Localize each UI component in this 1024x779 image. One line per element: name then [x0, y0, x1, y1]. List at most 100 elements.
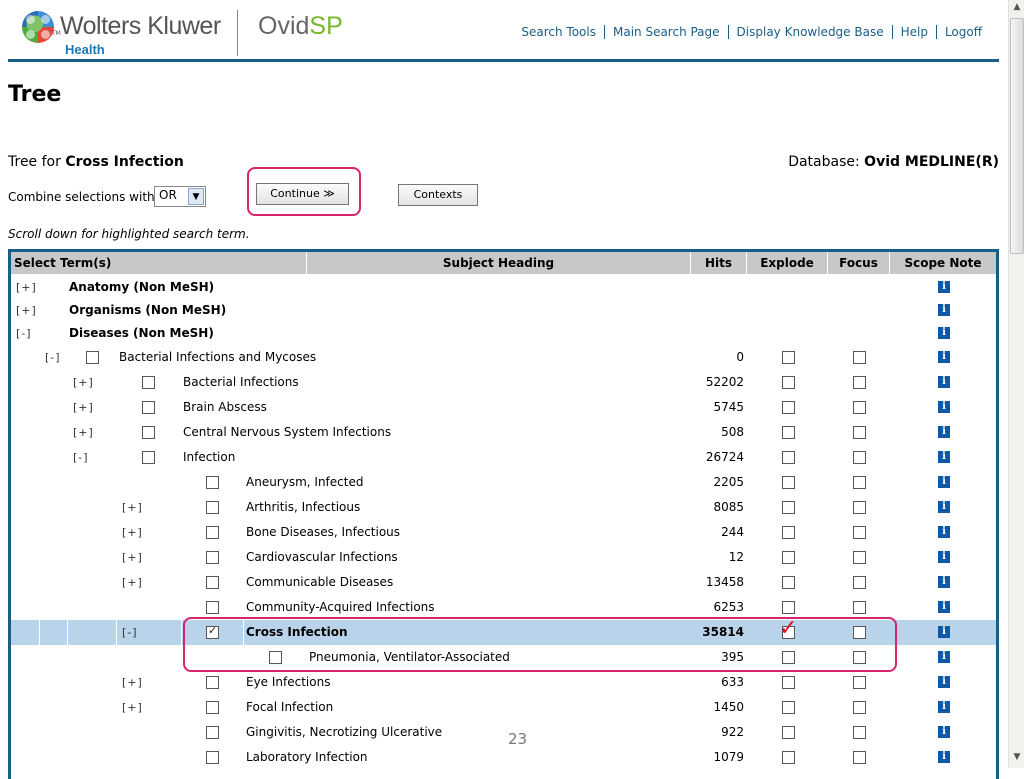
nav-logoff[interactable]: Logoff: [935, 25, 990, 39]
scope-note-info-icon[interactable]: i: [938, 501, 950, 513]
nav-display-knowledge-base[interactable]: Display Knowledge Base: [727, 25, 892, 39]
expand-toggle[interactable]: [+]: [122, 495, 143, 520]
select-term-checkbox[interactable]: [206, 751, 219, 764]
explode-checkbox[interactable]: [782, 551, 795, 564]
select-term-checkbox[interactable]: [142, 401, 155, 414]
focus-checkbox[interactable]: [853, 751, 866, 764]
focus-checkbox[interactable]: [853, 351, 866, 364]
select-term-checkbox[interactable]: [142, 426, 155, 439]
expand-toggle[interactable]: [+]: [122, 670, 143, 695]
collapse-toggle[interactable]: [-]: [122, 620, 138, 645]
select-term-checkbox[interactable]: [206, 526, 219, 539]
scope-note-info-icon[interactable]: i: [938, 651, 950, 663]
select-term-checkbox[interactable]: [142, 376, 155, 389]
explode-checkbox[interactable]: [782, 501, 795, 514]
scope-note-info-icon[interactable]: i: [938, 676, 950, 688]
scope-note-info-icon[interactable]: i: [938, 626, 950, 638]
explode-checkbox[interactable]: [782, 476, 795, 489]
focus-checkbox[interactable]: [853, 401, 866, 414]
select-term-checkbox[interactable]: [206, 601, 219, 614]
collapse-toggle[interactable]: [-]: [73, 445, 89, 470]
expand-toggle[interactable]: [+]: [122, 570, 143, 595]
scope-note-info-icon[interactable]: i: [938, 551, 950, 563]
subject-heading[interactable]: Gingivitis, Necrotizing Ulcerative: [246, 720, 442, 745]
scope-note-info-icon[interactable]: i: [938, 376, 950, 388]
explode-checkbox[interactable]: [782, 351, 795, 364]
subject-heading[interactable]: Focal Infection: [246, 695, 333, 720]
subject-heading[interactable]: Central Nervous System Infections: [183, 420, 391, 445]
chevron-down-icon[interactable]: ▼: [188, 188, 204, 205]
scope-note-info-icon[interactable]: i: [938, 601, 950, 613]
focus-checkbox[interactable]: [853, 476, 866, 489]
scope-note-info-icon[interactable]: i: [938, 281, 950, 293]
nav-help[interactable]: Help: [891, 25, 936, 39]
scope-note-info-icon[interactable]: i: [938, 401, 950, 413]
focus-checkbox[interactable]: [853, 551, 866, 564]
subject-heading[interactable]: Arthritis, Infectious: [246, 495, 360, 520]
subject-heading[interactable]: Bacterial Infections: [183, 370, 299, 395]
explode-checkbox[interactable]: [782, 676, 795, 689]
focus-checkbox[interactable]: [853, 601, 866, 614]
subject-heading[interactable]: Brain Abscess: [183, 395, 267, 420]
subject-heading[interactable]: Communicable Diseases: [246, 570, 393, 595]
scope-note-info-icon[interactable]: i: [938, 726, 950, 738]
explode-checkbox[interactable]: [782, 376, 795, 389]
select-term-checkbox[interactable]: [86, 351, 99, 364]
explode-checkbox[interactable]: [782, 751, 795, 764]
subject-heading[interactable]: Organisms (Non MeSH): [69, 298, 226, 323]
explode-checkbox[interactable]: [782, 576, 795, 589]
scope-note-info-icon[interactable]: i: [938, 351, 950, 363]
collapse-toggle[interactable]: [-]: [16, 321, 32, 346]
scope-note-info-icon[interactable]: i: [938, 451, 950, 463]
focus-checkbox[interactable]: [853, 526, 866, 539]
combine-select[interactable]: OR ▼: [154, 186, 206, 207]
scroll-down-icon[interactable]: ▼: [1010, 752, 1024, 766]
select-term-checkbox[interactable]: [206, 726, 219, 739]
select-term-checkbox[interactable]: [206, 476, 219, 489]
scope-note-info-icon[interactable]: i: [938, 751, 950, 763]
vertical-scrollbar[interactable]: ▲ ▼: [1008, 0, 1024, 768]
expand-toggle[interactable]: [+]: [122, 545, 143, 570]
scope-note-info-icon[interactable]: i: [938, 526, 950, 538]
subject-heading[interactable]: Bacterial Infections and Mycoses: [119, 345, 316, 370]
nav-main-search-page[interactable]: Main Search Page: [603, 25, 728, 39]
continue-button[interactable]: Continue ≫: [256, 183, 349, 205]
expand-toggle[interactable]: [+]: [122, 695, 143, 720]
subject-heading[interactable]: Bone Diseases, Infectious: [246, 520, 400, 545]
explode-checkbox[interactable]: [782, 701, 795, 714]
select-term-checkbox[interactable]: [206, 501, 219, 514]
subject-heading[interactable]: Diseases (Non MeSH): [69, 321, 214, 346]
focus-checkbox[interactable]: [853, 576, 866, 589]
explode-checkbox[interactable]: [782, 401, 795, 414]
select-term-checkbox[interactable]: [142, 451, 155, 464]
focus-checkbox[interactable]: [853, 376, 866, 389]
scroll-thumb[interactable]: [1010, 18, 1024, 254]
scope-note-info-icon[interactable]: i: [938, 576, 950, 588]
focus-checkbox[interactable]: [853, 451, 866, 464]
scope-note-info-icon[interactable]: i: [938, 327, 950, 339]
select-term-checkbox[interactable]: [206, 676, 219, 689]
expand-toggle[interactable]: [+]: [16, 275, 37, 300]
focus-checkbox[interactable]: [853, 701, 866, 714]
expand-toggle[interactable]: [+]: [73, 420, 94, 445]
scope-note-info-icon[interactable]: i: [938, 476, 950, 488]
explode-checkbox[interactable]: [782, 601, 795, 614]
subject-heading[interactable]: Anatomy (Non MeSH): [69, 275, 214, 300]
expand-toggle[interactable]: [+]: [73, 370, 94, 395]
scope-note-info-icon[interactable]: i: [938, 426, 950, 438]
select-term-checkbox[interactable]: [206, 701, 219, 714]
scope-note-info-icon[interactable]: i: [938, 304, 950, 316]
subject-heading[interactable]: Aneurysm, Infected: [246, 470, 363, 495]
expand-toggle[interactable]: [+]: [122, 520, 143, 545]
focus-checkbox[interactable]: [853, 426, 866, 439]
select-term-checkbox[interactable]: [206, 576, 219, 589]
focus-checkbox[interactable]: [853, 726, 866, 739]
explode-checkbox[interactable]: [782, 451, 795, 464]
subject-heading[interactable]: Laboratory Infection: [246, 745, 368, 770]
subject-heading[interactable]: Infection: [183, 445, 235, 470]
subject-heading[interactable]: Eye Infections: [246, 670, 330, 695]
explode-checkbox[interactable]: [782, 526, 795, 539]
explode-checkbox[interactable]: [782, 726, 795, 739]
expand-toggle[interactable]: [+]: [16, 298, 37, 323]
explode-checkbox[interactable]: [782, 426, 795, 439]
